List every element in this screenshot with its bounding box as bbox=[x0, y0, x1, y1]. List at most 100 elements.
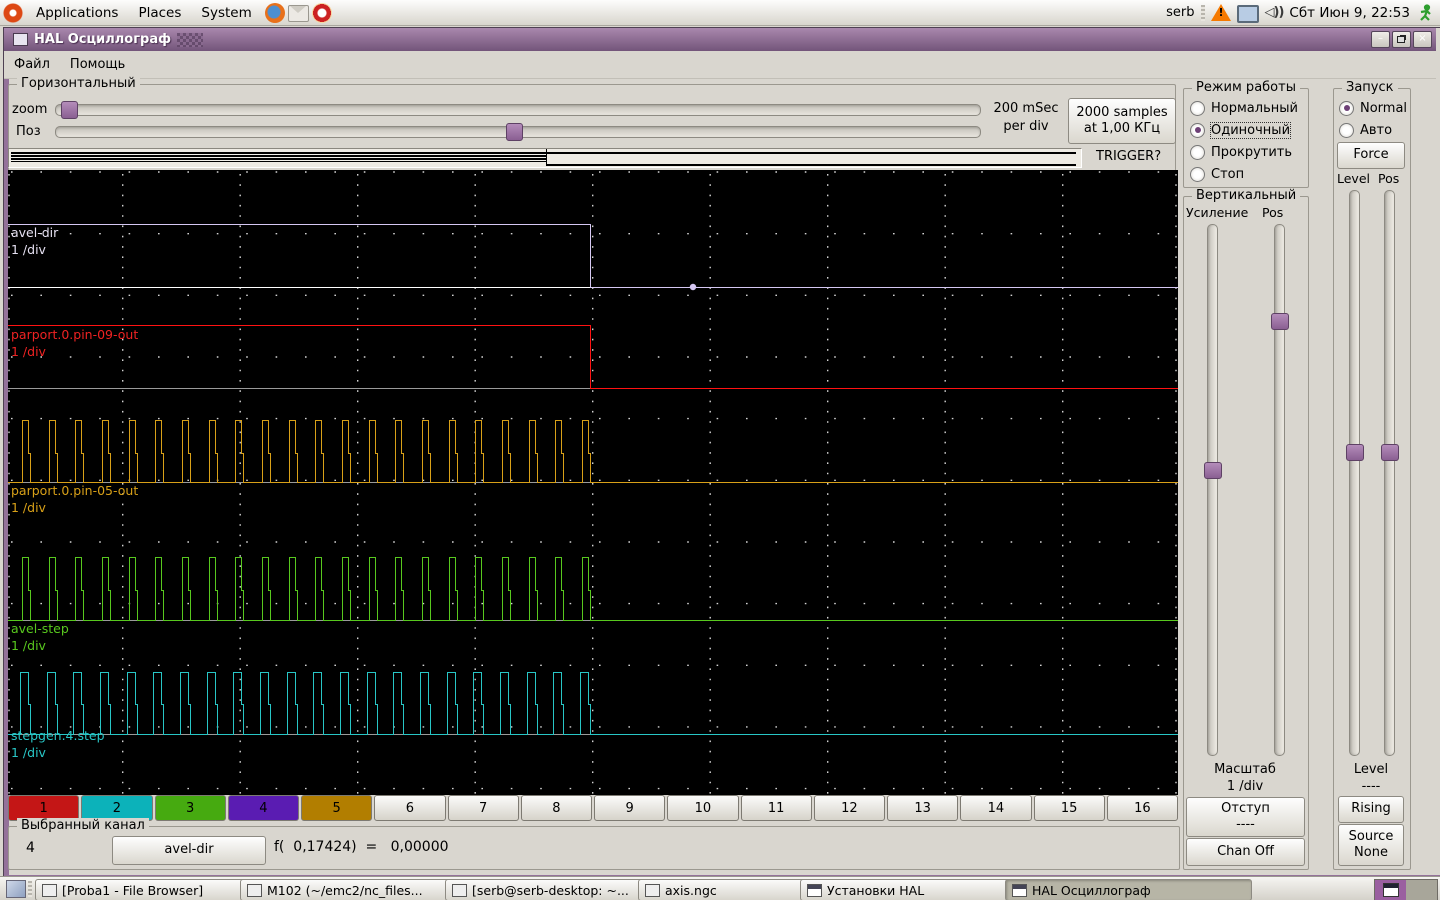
taskbar-window-2[interactable]: M102 (~/emc2/nc_files... bbox=[240, 879, 456, 900]
run-mode-option-одиночный[interactable]: Одиночный bbox=[1190, 119, 1308, 141]
channel-button-12[interactable]: 12 bbox=[813, 795, 885, 821]
trigger-level-slider-handle[interactable] bbox=[1346, 443, 1364, 461]
menu-file[interactable]: Файл bbox=[4, 53, 60, 76]
selected-channel-number: 4 bbox=[26, 840, 35, 856]
window-title: HAL Осциллограф bbox=[34, 32, 171, 47]
run-mode-option-нормальный[interactable]: Нормальный bbox=[1190, 97, 1308, 119]
samples-button[interactable]: 2000 samples at 1,00 КГц bbox=[1068, 98, 1176, 144]
taskbar-window-icon bbox=[1012, 883, 1027, 897]
trace-scale-avel-dir: 1 /div bbox=[11, 242, 47, 257]
workspace-switcher[interactable] bbox=[1374, 879, 1438, 900]
channel-button-9[interactable]: 9 bbox=[594, 795, 666, 821]
scope-screen: avel-dir 1 /div parport.0.pin-09-out 1 /div… bbox=[8, 170, 1178, 795]
window-titlebar[interactable]: HAL Осциллограф – × bbox=[4, 28, 1436, 51]
trigger-option-normal[interactable]: Normal bbox=[1339, 97, 1410, 119]
radio-icon[interactable] bbox=[1339, 100, 1354, 116]
horizontal-group-label: Горизонтальный bbox=[17, 76, 140, 91]
close-button[interactable]: × bbox=[1413, 31, 1432, 48]
channel-button-11[interactable]: 11 bbox=[740, 795, 812, 821]
channel-button-4[interactable]: 4 bbox=[227, 795, 299, 821]
gain-slider-handle[interactable] bbox=[1204, 461, 1222, 479]
panel-menu-applications[interactable]: Applications bbox=[26, 2, 128, 24]
volume-icon[interactable]: ◁)) bbox=[1265, 5, 1285, 20]
gain-slider[interactable] bbox=[1204, 224, 1222, 756]
selected-channel-name-button[interactable]: avel-dir bbox=[112, 836, 266, 865]
record-position-marker bbox=[546, 149, 547, 166]
channel-button-13[interactable]: 13 bbox=[887, 795, 959, 821]
panel-menu-system[interactable]: System bbox=[191, 2, 261, 24]
force-button[interactable]: Force bbox=[1337, 142, 1405, 169]
zoom-slider-label: zoom bbox=[12, 102, 48, 117]
distro-menu-icon[interactable] bbox=[3, 2, 23, 23]
trace-scale-parport.0.pin-05-out: 1 /div bbox=[11, 500, 47, 515]
trigger-pos-slider-handle[interactable] bbox=[1381, 443, 1399, 461]
taskbar-window-icon bbox=[807, 883, 822, 897]
trigger-option-авто[interactable]: Авто bbox=[1339, 119, 1410, 141]
zoom-slider[interactable] bbox=[55, 101, 981, 119]
update-warning-icon[interactable] bbox=[1210, 4, 1231, 21]
trigger-level-readout-value: ---- bbox=[1361, 779, 1381, 794]
trigger-pos-slider[interactable] bbox=[1381, 190, 1399, 756]
offset-button[interactable]: Отступ ---- bbox=[1186, 797, 1305, 837]
taskbar-window-4[interactable]: axis.ngc bbox=[638, 879, 809, 900]
channel-button-14[interactable]: 14 bbox=[960, 795, 1032, 821]
panel-menus: Applications Places System bbox=[26, 2, 262, 24]
trigger-pos-label: Pos bbox=[1378, 171, 1400, 186]
radio-icon[interactable] bbox=[1190, 166, 1205, 182]
rising-button[interactable]: Rising bbox=[1338, 796, 1404, 823]
firefox-launcher-icon[interactable] bbox=[264, 2, 285, 23]
channel-button-5[interactable]: 5 bbox=[301, 795, 373, 821]
channel-button-15[interactable]: 15 bbox=[1033, 795, 1105, 821]
clock-label[interactable]: Сбт Июн 9, 22:53 bbox=[1289, 5, 1410, 21]
source-button[interactable]: Source None bbox=[1338, 824, 1404, 866]
run-mode-group-label: Режим работы bbox=[1192, 80, 1300, 95]
channel-button-7[interactable]: 7 bbox=[447, 795, 519, 821]
time-per-div-value: 200 mSec bbox=[993, 101, 1059, 116]
channel-buttons-row: 1 2 3 4 5 6 7 8 9 10 11 12 13 14 15 16 bbox=[8, 795, 1178, 821]
channel-button-16[interactable]: 16 bbox=[1106, 795, 1178, 821]
radio-icon[interactable] bbox=[1190, 144, 1205, 160]
show-desktop-icon[interactable] bbox=[6, 880, 26, 898]
trigger-status-label: TRIGGER? bbox=[1096, 149, 1162, 164]
panel-menu-places[interactable]: Places bbox=[128, 2, 191, 24]
trigger-level-label: Level bbox=[1337, 171, 1370, 186]
run-mode-option-стоп[interactable]: Стоп bbox=[1190, 163, 1308, 185]
radio-icon[interactable] bbox=[1339, 122, 1354, 138]
selected-channel-group-label: Выбранный канал bbox=[17, 818, 149, 833]
record-remainder bbox=[546, 152, 1076, 166]
help-launcher-icon[interactable] bbox=[311, 2, 332, 23]
taskbar-window-5[interactable]: Установки HAL bbox=[800, 879, 1014, 900]
radio-icon[interactable] bbox=[1190, 100, 1205, 116]
workspace-1[interactable] bbox=[1375, 880, 1406, 900]
chan-off-button[interactable]: Chan Off bbox=[1186, 838, 1305, 866]
vertical-pos-slider-handle[interactable] bbox=[1271, 312, 1289, 330]
trace-label-stepgen.4.step: stepgen.4.step bbox=[11, 728, 105, 743]
trigger-group: Запуск Normal Авто bbox=[1333, 80, 1411, 870]
channel-button-8[interactable]: 8 bbox=[520, 795, 592, 821]
channel-button-10[interactable]: 10 bbox=[667, 795, 739, 821]
channel-button-3[interactable]: 3 bbox=[154, 795, 226, 821]
mail-launcher-icon[interactable] bbox=[287, 5, 309, 22]
run-mode-option-прокрутить[interactable]: Прокрутить bbox=[1190, 141, 1308, 163]
menu-help[interactable]: Помощь bbox=[60, 53, 135, 76]
trace-stepgen.4.step bbox=[8, 671, 1178, 736]
username-label[interactable]: serb bbox=[1166, 5, 1194, 20]
channel-button-6[interactable]: 6 bbox=[374, 795, 446, 821]
grid-col-dots bbox=[8, 174, 1177, 794]
workspace-2[interactable] bbox=[1406, 880, 1437, 900]
taskbar-window-6[interactable]: HAL Осциллограф bbox=[1005, 879, 1252, 900]
taskbar-window-3[interactable]: [serb@serb-desktop: ~... bbox=[445, 879, 649, 900]
titlebar-decoration bbox=[177, 32, 203, 47]
restore-button[interactable] bbox=[1392, 31, 1411, 48]
trace-label-parport.0.pin-09-out: parport.0.pin-09-out bbox=[11, 327, 138, 342]
zoom-slider-handle[interactable] bbox=[60, 101, 78, 119]
radio-icon[interactable] bbox=[1190, 122, 1205, 138]
logout-runner-icon[interactable] bbox=[1416, 3, 1434, 22]
minimize-button[interactable]: – bbox=[1371, 31, 1390, 48]
network-display-icon[interactable] bbox=[1236, 4, 1259, 23]
horizontal-pos-slider[interactable] bbox=[55, 123, 981, 141]
vertical-pos-slider[interactable] bbox=[1271, 224, 1289, 756]
trigger-level-slider[interactable] bbox=[1346, 190, 1364, 756]
taskbar-window-1[interactable]: [Proba1 - File Browser] bbox=[35, 879, 251, 900]
horizontal-pos-slider-handle[interactable] bbox=[505, 123, 523, 141]
